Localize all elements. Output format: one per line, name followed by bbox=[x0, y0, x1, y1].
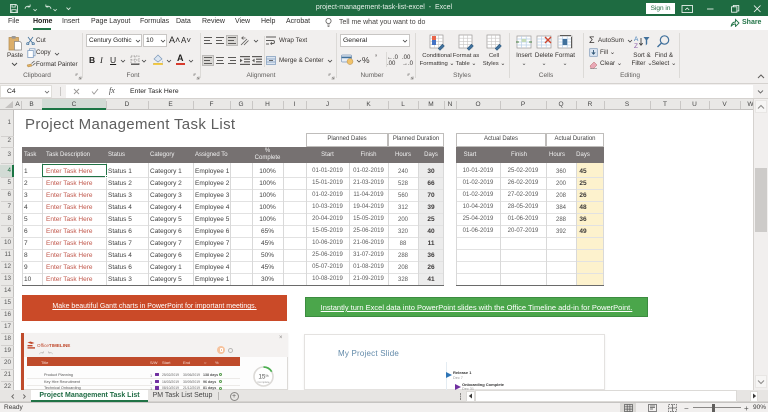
svg-text:Complete: Complete bbox=[258, 380, 270, 384]
svg-text:Z: Z bbox=[634, 43, 638, 49]
svg-text:A: A bbox=[634, 36, 639, 43]
